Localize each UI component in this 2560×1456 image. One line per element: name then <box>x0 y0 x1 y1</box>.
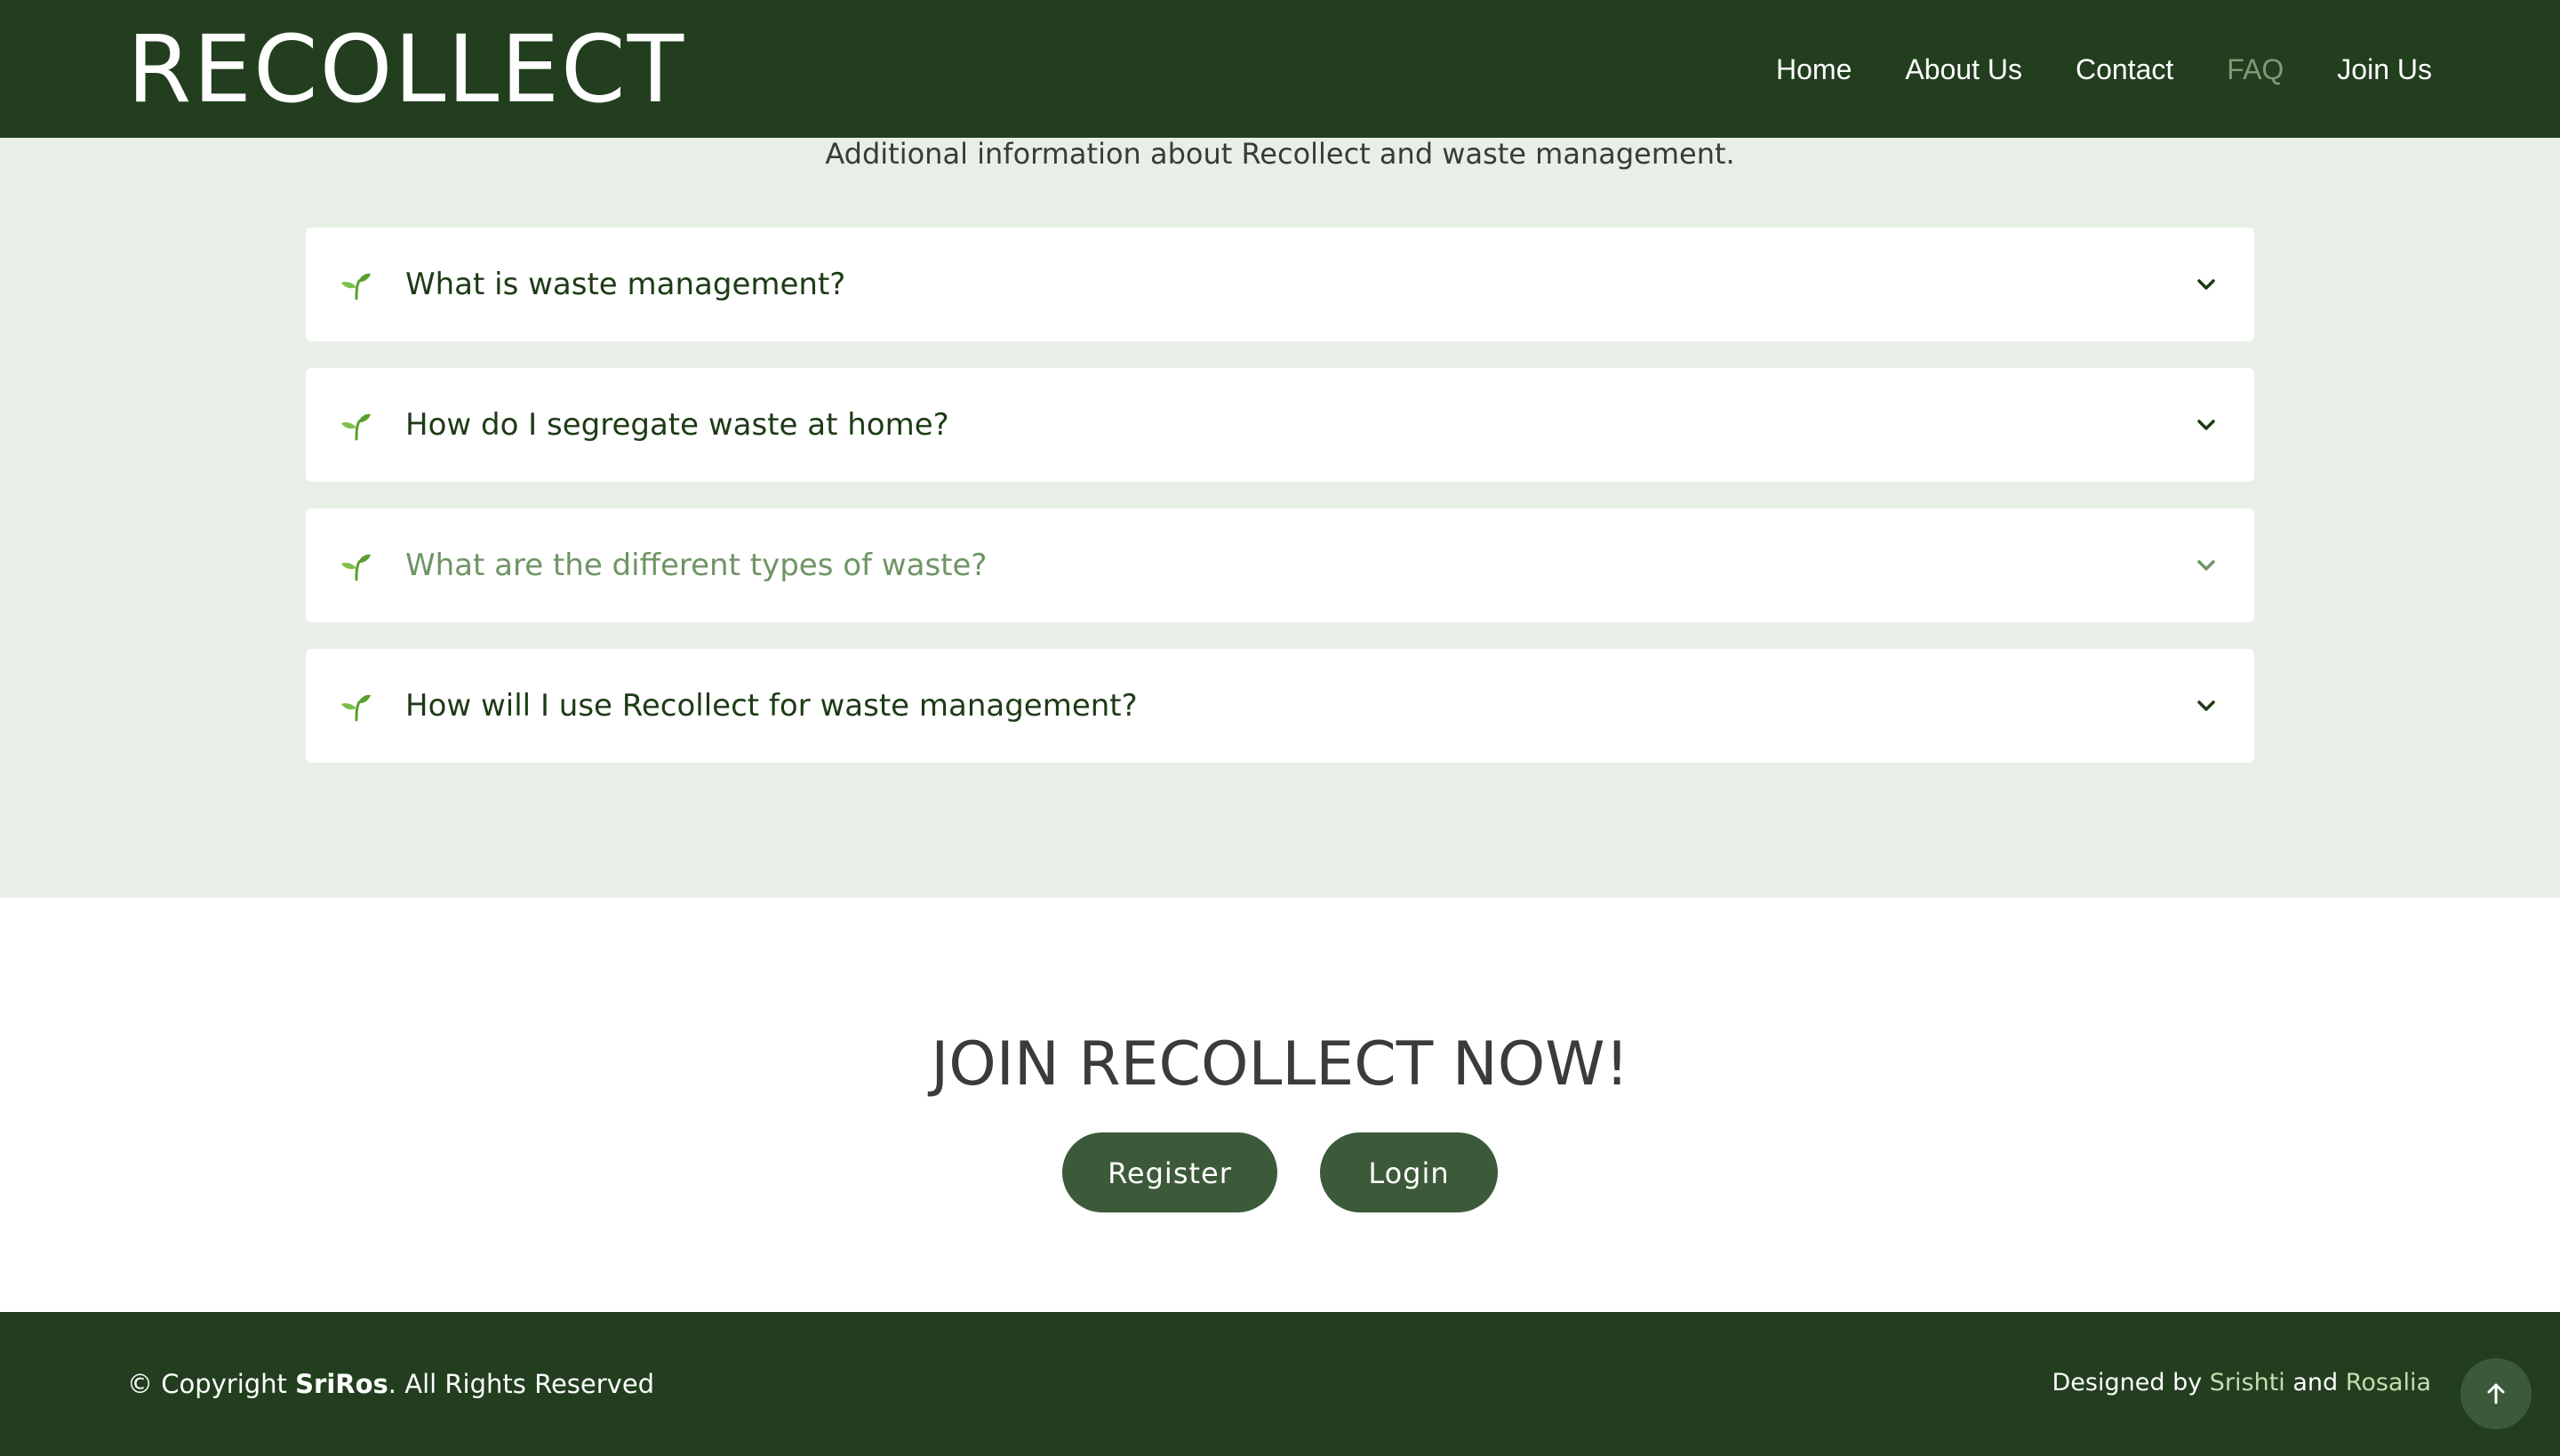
nav-contact[interactable]: Contact <box>2076 52 2173 87</box>
faq-item-2[interactable]: How do I segregate waste at home? <box>306 368 2254 482</box>
nav-faq[interactable]: FAQ <box>2227 52 2284 87</box>
login-button[interactable]: Login <box>1320 1132 1498 1212</box>
nav-about-us[interactable]: About Us <box>1905 52 2022 87</box>
designed-prefix: Designed by <box>2052 1369 2210 1396</box>
faq-subtitle: Additional information about Recollect a… <box>825 137 1735 171</box>
chevron-down-icon[interactable] <box>2194 693 2219 718</box>
designer-srishti-link[interactable]: Srishti <box>2210 1369 2285 1396</box>
copyright-prefix: © Copyright <box>127 1369 296 1399</box>
seedling-icon <box>341 694 371 722</box>
join-title: JOIN RECOLLECT NOW! <box>931 1029 1629 1100</box>
chevron-down-icon[interactable] <box>2194 553 2219 578</box>
seedling-icon <box>341 413 371 441</box>
faq-item-1[interactable]: What is waste management? <box>306 228 2254 341</box>
designed-by: Designed by Srishti and Rosalia <box>2052 1312 2431 1456</box>
arrow-up-icon <box>2487 1383 2505 1404</box>
register-button[interactable]: Register <box>1062 1132 1277 1212</box>
faq-question: How will I use Recollect for waste manag… <box>405 688 1138 724</box>
faq-item-3[interactable]: What are the different types of waste? <box>306 508 2254 622</box>
back-to-top-button[interactable] <box>2460 1358 2532 1429</box>
nav-join-us[interactable]: Join Us <box>2337 52 2432 87</box>
chevron-down-icon[interactable] <box>2194 412 2219 437</box>
copyright-suffix: . All Rights Reserved <box>388 1369 655 1399</box>
faq-question: What is waste management? <box>405 267 846 302</box>
site-footer: © Copyright SriRos. All Rights Reserved … <box>0 1312 2560 1456</box>
seedling-icon <box>341 554 371 581</box>
faq-section: Additional information about Recollect a… <box>0 138 2560 898</box>
faq-item-4[interactable]: How will I use Recollect for waste manag… <box>306 649 2254 763</box>
main-nav: Home About Us Contact FAQ Join Us <box>1723 0 2432 138</box>
copyright-text: © Copyright SriRos. All Rights Reserved <box>127 1312 654 1456</box>
nav-home[interactable]: Home <box>1776 52 1852 87</box>
faq-question: What are the different types of waste? <box>405 548 988 583</box>
chevron-down-icon[interactable] <box>2194 272 2219 297</box>
designed-and: and <box>2284 1369 2346 1396</box>
copyright-brand: SriRos <box>295 1369 388 1399</box>
faq-question: How do I segregate waste at home? <box>405 407 949 443</box>
seedling-icon <box>341 273 371 300</box>
designer-rosalia-link[interactable]: Rosalia <box>2346 1369 2431 1396</box>
site-logo[interactable]: RECOLLECT <box>127 12 685 126</box>
site-header: RECOLLECT Home About Us Contact FAQ Join… <box>0 0 2560 138</box>
